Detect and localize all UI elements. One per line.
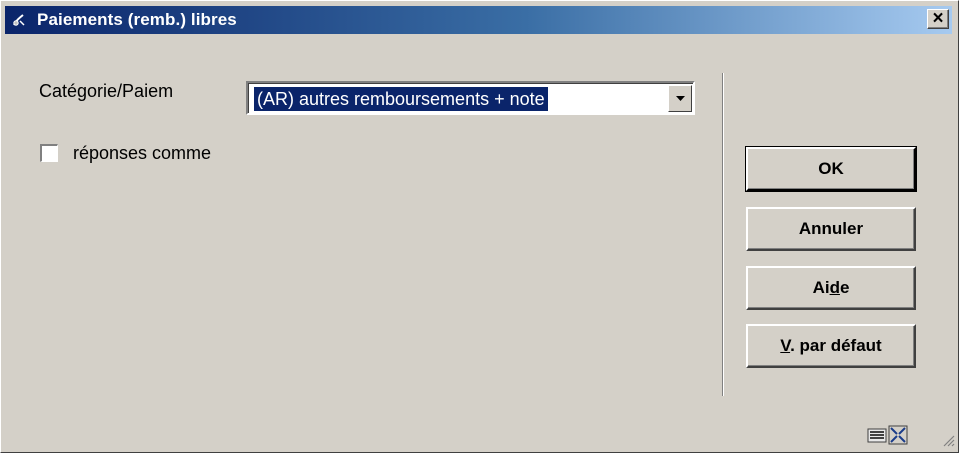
dialog-window: Paiements (remb.) libres × Catégorie/Pai… [0, 0, 959, 453]
ok-button[interactable]: OK [745, 146, 917, 192]
defaults-label-mnemonic: V [780, 336, 791, 355]
chevron-down-icon [676, 96, 685, 101]
ok-button-label: OK [818, 159, 844, 178]
cancel-button-label: Annuler [798, 219, 864, 238]
cancel-button[interactable]: Annuler [746, 207, 916, 251]
help-label-mnemonic: d [829, 278, 840, 297]
responses-checkbox-label[interactable]: réponses comme [73, 143, 211, 164]
category-label: Catégorie/Paiem [39, 81, 174, 101]
close-icon: × [932, 8, 944, 29]
category-select-frame: (AR) autres remboursements + note [248, 83, 693, 113]
defaults-label-rest: . par défaut [790, 336, 882, 355]
category-select[interactable]: (AR) autres remboursements + note [246, 81, 695, 115]
vertical-divider [722, 73, 724, 396]
title-bar[interactable]: Paiements (remb.) libres × [5, 6, 952, 34]
dropdown-button[interactable] [668, 85, 692, 112]
app-icon [11, 12, 27, 28]
close-button[interactable]: × [927, 9, 949, 29]
resize-icon[interactable] [888, 425, 908, 445]
category-select-value: (AR) autres remboursements + note [254, 87, 548, 111]
window-title: Paiements (remb.) libres [37, 10, 237, 29]
help-button[interactable]: Aide [746, 266, 916, 310]
defaults-button[interactable]: V. par défaut [746, 324, 916, 368]
help-label-start: Ai [812, 278, 830, 297]
help-label-end: e [839, 278, 850, 297]
size-grip-icon[interactable] [941, 433, 955, 447]
keyboard-icon[interactable] [867, 428, 887, 443]
responses-checkbox[interactable] [40, 144, 58, 162]
status-icons [867, 424, 909, 451]
